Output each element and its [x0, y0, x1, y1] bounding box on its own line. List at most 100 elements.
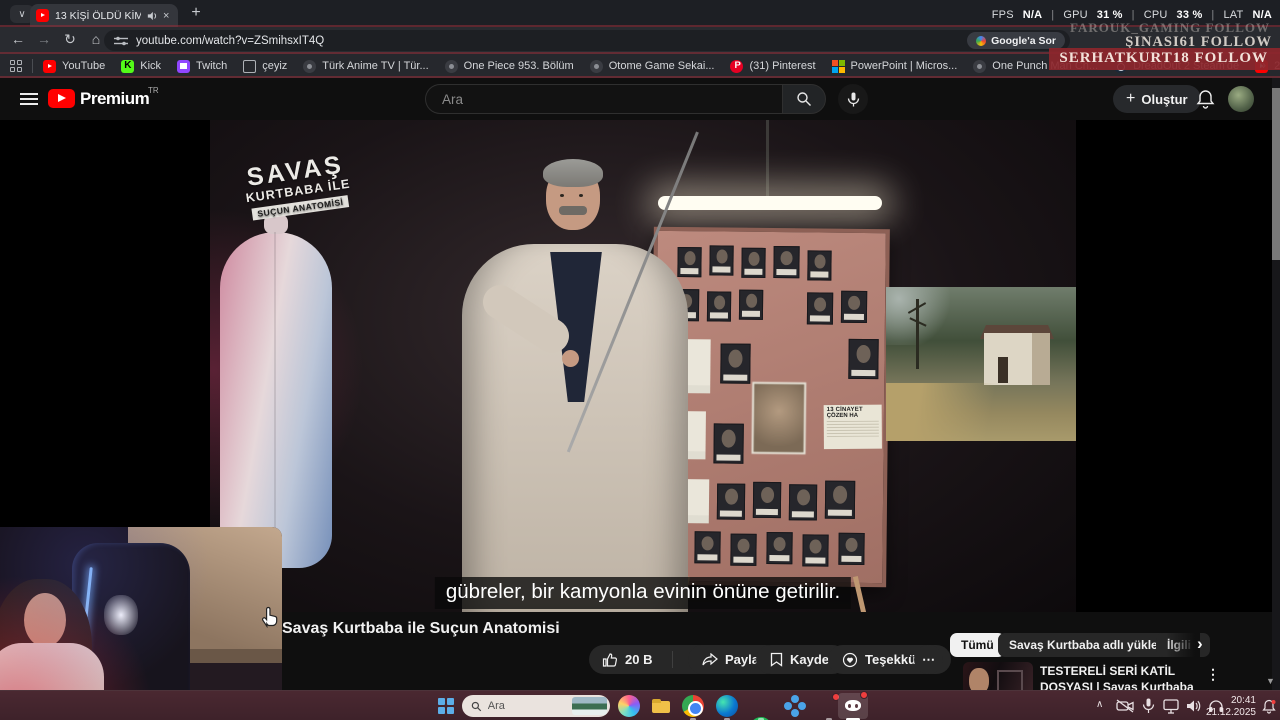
board-photo — [730, 533, 757, 566]
notifications-bell-icon[interactable] — [1196, 89, 1215, 109]
divider — [672, 651, 674, 668]
board-photo — [788, 484, 818, 521]
board-photo — [738, 289, 764, 320]
avatar[interactable] — [1228, 86, 1254, 112]
site-settings-icon[interactable] — [114, 36, 128, 46]
address-bar[interactable]: youtube.com/watch?v=ZSmihsxIT4Q Google'a… — [104, 30, 1070, 51]
dirt-path — [886, 383, 1076, 441]
reload-icon[interactable]: ↻ — [60, 31, 80, 48]
bookmark-one-piece[interactable]: One Piece 953. Bölüm — [444, 59, 574, 73]
board-photo — [773, 246, 800, 279]
eye — [579, 194, 583, 197]
save-label: Kaydet — [790, 652, 834, 667]
edge-icon[interactable] — [716, 695, 738, 717]
streamer-face — [24, 593, 66, 647]
fps-value: N/A — [1022, 9, 1043, 21]
chips-next-icon[interactable]: › — [1197, 634, 1203, 654]
camera-off-icon[interactable] — [1116, 699, 1134, 713]
file-explorer-icon[interactable] — [650, 695, 672, 717]
thumbs-up-icon — [602, 652, 618, 667]
board-photo — [706, 291, 732, 322]
bookmark-folder-ceyiz[interactable]: çeyiz — [243, 59, 287, 73]
tab-audio-icon[interactable] — [147, 11, 157, 21]
suggested-video-title[interactable]: TESTERELİ SERİ KATİL DOSYASI | Savaş Kur… — [1040, 664, 1198, 690]
forward-icon[interactable]: → — [34, 31, 54, 47]
mic-icon — [847, 92, 859, 106]
url-text[interactable]: youtube.com/watch?v=ZSmihsxIT4Q — [136, 35, 967, 47]
suggested-video-thumbnail[interactable] — [963, 662, 1033, 690]
bookmark-youtube[interactable]: YouTube — [43, 59, 105, 73]
microsoft-icon — [831, 59, 845, 73]
board-photo — [752, 481, 782, 519]
more-actions-button[interactable]: ⋯ — [914, 645, 943, 674]
chip-all[interactable]: Tümü — [950, 633, 1005, 657]
bookmark-icon — [770, 652, 783, 667]
suggested-title-line1: TESTERELİ SERİ KATİL — [1040, 664, 1176, 678]
chip-fade — [1166, 632, 1200, 658]
tray-mic-icon[interactable] — [1142, 698, 1155, 714]
discord-glyph — [845, 700, 861, 711]
ask-google-button[interactable]: Google'a Sor — [967, 32, 1065, 49]
board-photo — [802, 534, 829, 567]
new-tab-button[interactable]: + — [186, 3, 206, 23]
voice-search-button[interactable] — [838, 84, 868, 114]
youtube-premium-logo[interactable]: Premium — [80, 89, 150, 109]
page-scrollbar-thumb[interactable] — [1272, 88, 1280, 260]
youtube-favicon — [36, 9, 49, 22]
board-photo — [848, 338, 879, 380]
search-icon — [797, 92, 811, 106]
board-photo — [694, 531, 721, 564]
divider — [32, 59, 33, 73]
blue-app-icon[interactable] — [784, 695, 806, 717]
scroll-down-icon[interactable]: ▼ — [1266, 676, 1275, 686]
search-box[interactable] — [425, 84, 782, 114]
house-door — [998, 357, 1008, 383]
bookmark-otome[interactable]: Otome Game Sekai... — [589, 59, 714, 73]
suggested-title-line2: DOSYASI | Savaş Kurtbaba ile — [1040, 679, 1194, 690]
taskbar-search[interactable] — [462, 695, 610, 717]
clock-date: 21.12.2025 — [1205, 706, 1256, 718]
tray-chevron-icon[interactable]: ∧ — [1096, 699, 1103, 710]
taskbar-clock[interactable]: 20:41 21.12.2025 — [1202, 695, 1256, 719]
tab-close-icon[interactable]: × — [163, 10, 169, 22]
bookmark-pinterest[interactable]: (31) Pinterest — [730, 59, 816, 73]
board-photo — [838, 532, 865, 565]
pinterest-icon — [730, 59, 744, 73]
board-photo — [840, 290, 868, 324]
suggested-menu-icon[interactable]: ⋮ — [1206, 666, 1220, 683]
ask-google-label: Google'a Sor — [991, 34, 1056, 47]
youtube-logo-icon[interactable] — [48, 89, 75, 108]
search-highlight-image — [571, 697, 607, 715]
bookmark-twitch[interactable]: Twitch — [177, 59, 227, 73]
bookmark-turk-anime[interactable]: Türk Anime TV | Tür... — [303, 59, 429, 73]
menu-icon[interactable] — [20, 93, 38, 105]
bookmark-kick[interactable]: Kick — [121, 59, 161, 73]
board-photo — [751, 381, 807, 455]
volume-icon[interactable] — [1186, 699, 1201, 713]
create-button[interactable]: + Oluştur — [1113, 85, 1201, 113]
search-input[interactable] — [442, 91, 742, 107]
tab-title: 13 KİŞİ ÖLDÜ KİMSE FARK E — [55, 9, 141, 22]
browser-tab-active[interactable]: 13 KİŞİ ÖLDÜ KİMSE FARK E × — [30, 4, 178, 27]
network-display-icon[interactable] — [1163, 699, 1180, 714]
home-icon[interactable]: ⌂ — [86, 31, 106, 47]
mannequin-figure — [220, 214, 332, 568]
site-icon — [444, 59, 458, 73]
back-icon[interactable]: ← — [8, 31, 28, 47]
bookmark-powerpoint[interactable]: PowerPoint | Micros... — [831, 59, 957, 73]
start-button[interactable] — [438, 698, 454, 714]
notification-center-bell-icon[interactable] — [1262, 699, 1276, 714]
site-icon — [303, 59, 317, 73]
search-button[interactable] — [782, 84, 826, 114]
taskbar-search-input[interactable] — [487, 700, 566, 712]
apps-grid-icon[interactable] — [10, 60, 22, 72]
overlay-border-line — [0, 76, 1280, 78]
like-button[interactable]: 20 B — [589, 645, 665, 674]
presenter-hand — [562, 350, 579, 367]
copilot-icon[interactable] — [618, 695, 640, 717]
bare-tree — [916, 299, 919, 369]
twitch-icon — [177, 59, 191, 73]
chrome-icon[interactable] — [682, 695, 704, 717]
thanks-heart-icon — [842, 652, 858, 667]
kick-icon — [121, 59, 135, 73]
